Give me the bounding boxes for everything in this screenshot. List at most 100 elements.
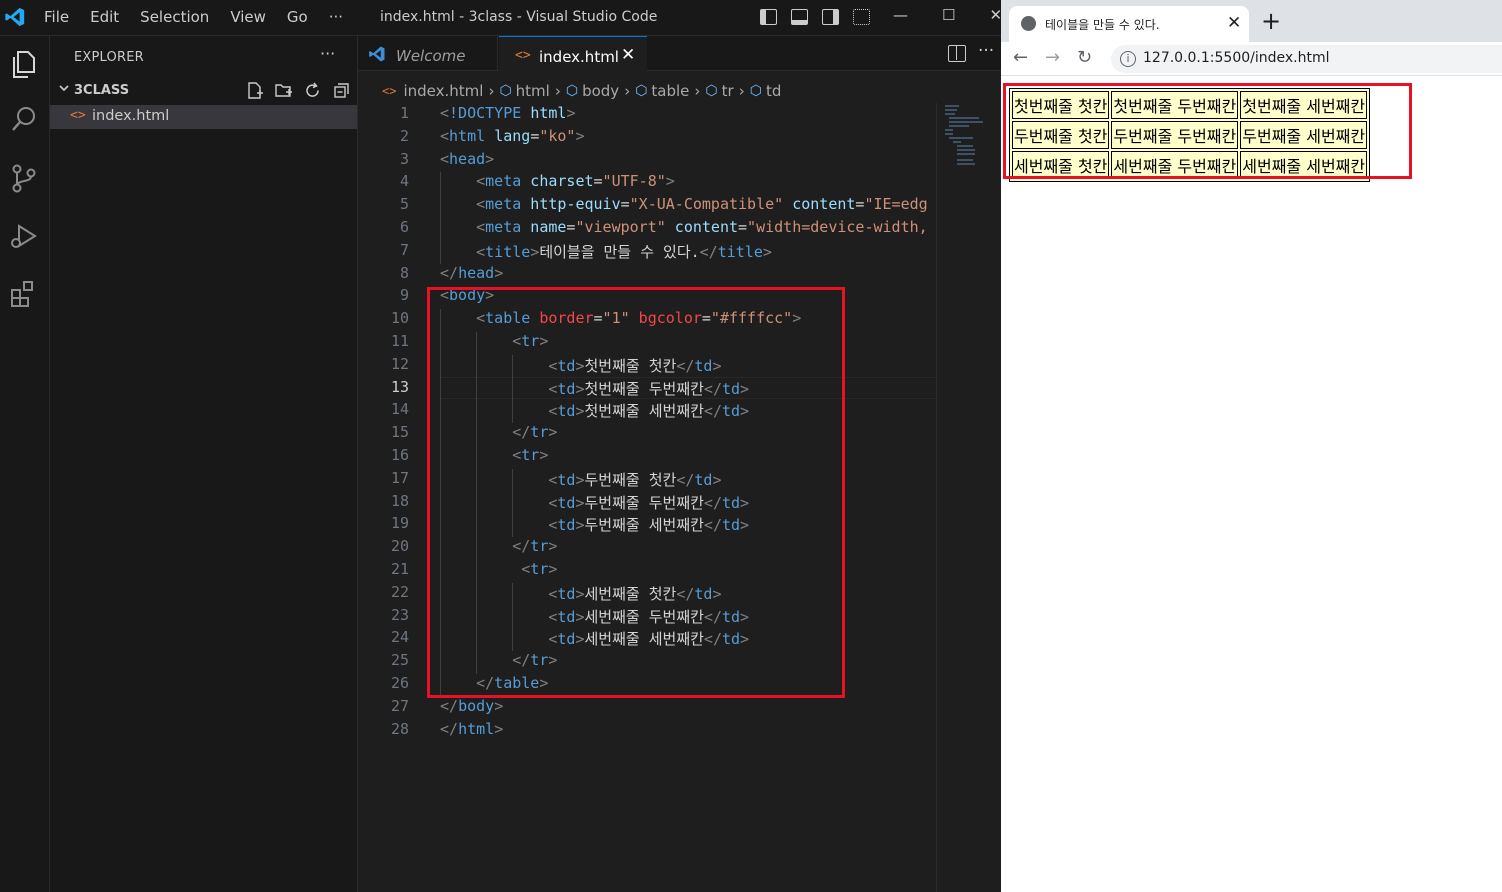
breadcrumb: <> index.html › ⬡ html › ⬡ body › ⬡ tabl… bbox=[358, 79, 938, 103]
vscode-window: File Edit Selection View Go ··· index.ht… bbox=[0, 0, 1002, 892]
menu-file[interactable]: File bbox=[44, 8, 69, 26]
line-number: 17 bbox=[390, 468, 409, 487]
element-symbol-icon: ⬡ bbox=[499, 83, 512, 99]
line-number: 14 bbox=[390, 400, 409, 419]
code-line: <meta charset="UTF-8"> bbox=[476, 172, 675, 191]
editor-tabs: Welcome <> index.html ✕ ··· bbox=[358, 36, 1001, 71]
breadcrumb-html[interactable]: html bbox=[516, 82, 550, 100]
line-number: 22 bbox=[390, 582, 409, 601]
extensions-icon[interactable] bbox=[6, 276, 42, 312]
code-line: <!DOCTYPE html> bbox=[440, 104, 576, 122]
code-line: <html lang="ko"> bbox=[440, 126, 585, 145]
window-title: index.html - 3class - Visual Studio Code bbox=[380, 9, 658, 25]
close-tab-icon[interactable]: ✕ bbox=[1227, 13, 1241, 33]
search-icon[interactable] bbox=[6, 102, 42, 138]
minimize-button[interactable]: — bbox=[893, 6, 908, 24]
split-editor-icon[interactable] bbox=[948, 45, 966, 62]
menu-view[interactable]: View bbox=[230, 8, 266, 26]
html-file-icon: <> bbox=[70, 108, 86, 123]
line-number: 6 bbox=[399, 218, 409, 236]
breadcrumb-td[interactable]: td bbox=[766, 82, 781, 100]
folder-3class[interactable]: 3CLASS bbox=[50, 80, 357, 102]
tab-index-html[interactable]: <> index.html ✕ bbox=[499, 36, 647, 71]
browser-toolbar: ← → ↻ i 127.0.0.1:5500/index.html bbox=[1001, 42, 1502, 76]
minimap[interactable] bbox=[936, 103, 1001, 892]
toggle-primary-sidebar-icon[interactable] bbox=[760, 9, 777, 25]
element-symbol-icon: ⬡ bbox=[749, 83, 762, 99]
line-number: 9 bbox=[399, 286, 409, 305]
toggle-secondary-sidebar-icon[interactable] bbox=[822, 9, 839, 25]
line-number: 10 bbox=[390, 309, 409, 328]
title-bar: File Edit Selection View Go ··· index.ht… bbox=[0, 0, 1002, 36]
activity-bar bbox=[0, 36, 50, 892]
editor-more-button[interactable]: ··· bbox=[978, 41, 994, 61]
line-number: 18 bbox=[390, 491, 409, 510]
new-tab-button[interactable]: + bbox=[1261, 7, 1281, 35]
line-number: 28 bbox=[390, 719, 409, 738]
indent-guide bbox=[440, 172, 441, 264]
line-number: 1 bbox=[399, 104, 409, 122]
code-line: </head> bbox=[440, 263, 504, 282]
breadcrumb-body[interactable]: body bbox=[582, 82, 619, 100]
vscode-logo-icon bbox=[5, 7, 25, 27]
line-number: 4 bbox=[399, 172, 409, 191]
browser-window: 테이블을 만들 수 있다. ✕ + ← → ↻ i 127.0.0.1:5500… bbox=[1001, 0, 1502, 892]
line-number: 16 bbox=[390, 446, 409, 464]
html-file-icon: <> bbox=[382, 84, 397, 98]
new-file-icon[interactable] bbox=[245, 81, 264, 100]
breadcrumb-separator: › bbox=[624, 82, 631, 100]
run-debug-icon[interactable] bbox=[6, 218, 42, 254]
line-number: 3 bbox=[399, 149, 409, 168]
file-index-html[interactable]: <> index.html bbox=[50, 105, 357, 129]
line-number: 2 bbox=[399, 126, 409, 145]
explorer-header: EXPLORER bbox=[74, 50, 144, 65]
menu-go[interactable]: Go bbox=[287, 8, 308, 26]
line-number: 8 bbox=[399, 263, 409, 282]
breadcrumb-separator: › bbox=[554, 82, 561, 100]
browser-tab-strip: 테이블을 만들 수 있다. ✕ + bbox=[1001, 0, 1502, 42]
new-folder-icon[interactable] bbox=[274, 81, 293, 100]
element-symbol-icon: ⬡ bbox=[705, 83, 718, 99]
explorer-icon[interactable] bbox=[6, 46, 42, 82]
code-line: <meta name="viewport" content="width=dev… bbox=[476, 218, 928, 236]
refresh-icon[interactable] bbox=[303, 81, 322, 100]
close-tab-icon[interactable]: ✕ bbox=[621, 45, 635, 65]
explorer-more-button[interactable]: ··· bbox=[320, 44, 335, 63]
breadcrumb-file[interactable]: index.html bbox=[403, 82, 483, 100]
highlight-box-code bbox=[427, 287, 845, 698]
chevron-down-icon bbox=[59, 85, 69, 92]
window-controls: — ☐ ✕ bbox=[893, 6, 1002, 24]
folder-name: 3CLASS bbox=[74, 83, 130, 98]
menu-more[interactable]: ··· bbox=[329, 8, 343, 26]
line-number: 5 bbox=[399, 195, 409, 214]
breadcrumb-table[interactable]: table bbox=[651, 82, 689, 100]
site-info-icon[interactable]: i bbox=[1120, 51, 1136, 67]
line-number: 27 bbox=[390, 696, 409, 715]
html-file-icon: <> bbox=[515, 48, 531, 63]
collapse-all-icon[interactable] bbox=[332, 81, 351, 100]
tab-welcome[interactable]: Welcome bbox=[358, 36, 498, 71]
folder-actions bbox=[245, 81, 351, 100]
browser-tab-title: 테이블을 만들 수 있다. bbox=[1045, 18, 1160, 32]
vscode-logo-icon bbox=[369, 46, 385, 62]
highlight-box-output bbox=[1003, 83, 1412, 179]
line-number: 15 bbox=[390, 423, 409, 442]
breadcrumb-separator: › bbox=[738, 82, 745, 100]
code-line: <meta http-equiv="X-UA-Compatible" conte… bbox=[476, 195, 928, 214]
line-number: 21 bbox=[390, 560, 409, 578]
tab-label: Welcome bbox=[396, 47, 466, 65]
browser-tab[interactable]: 테이블을 만들 수 있다. ✕ bbox=[1009, 6, 1249, 42]
address-bar[interactable]: i 127.0.0.1:5500/index.html bbox=[1111, 45, 1502, 73]
customize-layout-icon[interactable] bbox=[853, 9, 870, 25]
globe-icon bbox=[1021, 16, 1036, 31]
forward-icon[interactable]: → bbox=[1045, 47, 1060, 68]
reload-icon[interactable]: ↻ bbox=[1077, 47, 1092, 68]
menu-selection[interactable]: Selection bbox=[140, 8, 209, 26]
breadcrumb-tr[interactable]: tr bbox=[722, 82, 734, 100]
maximize-button[interactable]: ☐ bbox=[942, 6, 955, 24]
code-line: <title>테이블을 만들 수 있다.</title> bbox=[476, 242, 772, 261]
back-icon[interactable]: ← bbox=[1013, 47, 1028, 68]
source-control-icon[interactable] bbox=[6, 160, 42, 196]
menu-edit[interactable]: Edit bbox=[90, 8, 119, 26]
toggle-panel-icon[interactable] bbox=[791, 9, 808, 25]
